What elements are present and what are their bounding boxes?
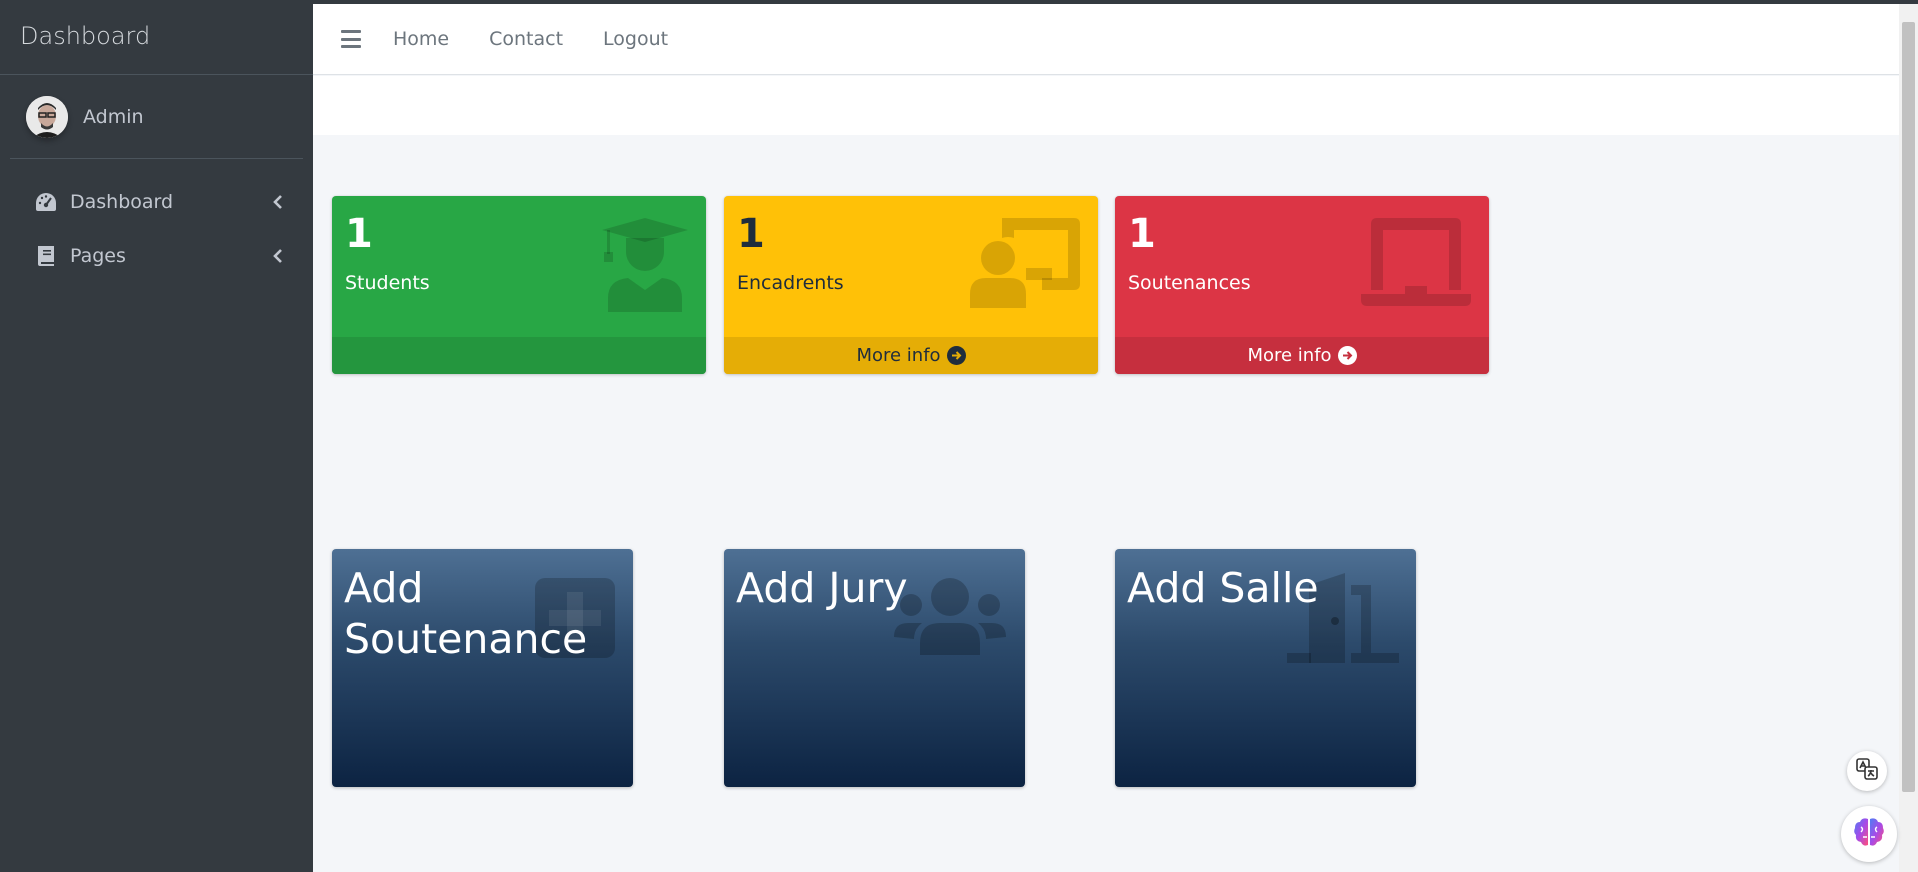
- stat-box-soutenances: 1 Soutenances More info: [1115, 196, 1489, 374]
- nav-link-logout[interactable]: Logout: [603, 28, 668, 50]
- add-jury-card[interactable]: Add Jury: [724, 549, 1025, 787]
- scrollbar-thumb[interactable]: [1902, 22, 1915, 792]
- sidebar-item-label: Pages: [70, 245, 126, 267]
- top-navbar: Home Contact Logout: [313, 4, 1899, 75]
- user-panel: Admin: [10, 75, 303, 159]
- top-strip: [0, 0, 1918, 4]
- translate-icon: [1855, 757, 1879, 785]
- users-icon: [894, 577, 1006, 659]
- brand-title[interactable]: Dashboard: [0, 0, 313, 75]
- graduate-icon: [602, 218, 688, 316]
- add-soutenance-card[interactable]: Add Soutenance: [332, 549, 633, 787]
- sidebar-item-label: Dashboard: [70, 191, 174, 213]
- sidebar: Dashboard Admin Dashboard Pages: [0, 0, 313, 872]
- sidebar-nav: Dashboard Pages: [0, 175, 313, 283]
- more-info-link[interactable]: More info: [1115, 337, 1489, 374]
- teacher-icon: [970, 218, 1080, 312]
- book-icon: [34, 244, 58, 268]
- translate-button[interactable]: [1847, 751, 1887, 791]
- nav-link-contact[interactable]: Contact: [489, 28, 563, 50]
- action-title: Add Jury: [736, 564, 908, 612]
- brain-icon: [1853, 817, 1885, 851]
- tachometer-icon: [34, 190, 58, 214]
- laptop-icon: [1361, 218, 1471, 312]
- user-name[interactable]: Admin: [83, 106, 144, 128]
- action-title: Add Soutenance: [344, 564, 588, 664]
- stat-box-encadrents: 1 Encadrents More info: [724, 196, 1098, 374]
- scrollbar[interactable]: [1899, 4, 1918, 872]
- sidebar-item-pages[interactable]: Pages: [0, 229, 313, 283]
- add-salle-card[interactable]: Add Salle: [1115, 549, 1416, 787]
- more-info-link[interactable]: More info: [724, 337, 1098, 374]
- nav-link-home[interactable]: Home: [393, 28, 449, 50]
- hamburger-icon[interactable]: [341, 30, 361, 48]
- avatar[interactable]: [26, 95, 68, 138]
- stat-box-students: 1 Students: [332, 196, 706, 374]
- stat-footer[interactable]: [332, 337, 706, 374]
- chevron-left-icon: [271, 249, 285, 263]
- chevron-left-icon: [271, 195, 285, 209]
- action-title: Add Salle: [1127, 564, 1319, 612]
- content-header: [313, 76, 1899, 135]
- sidebar-item-dashboard[interactable]: Dashboard: [0, 175, 313, 229]
- assistant-button[interactable]: [1841, 806, 1897, 862]
- arrow-circle-right-icon: [946, 346, 966, 365]
- arrow-circle-right-icon: [1337, 346, 1357, 365]
